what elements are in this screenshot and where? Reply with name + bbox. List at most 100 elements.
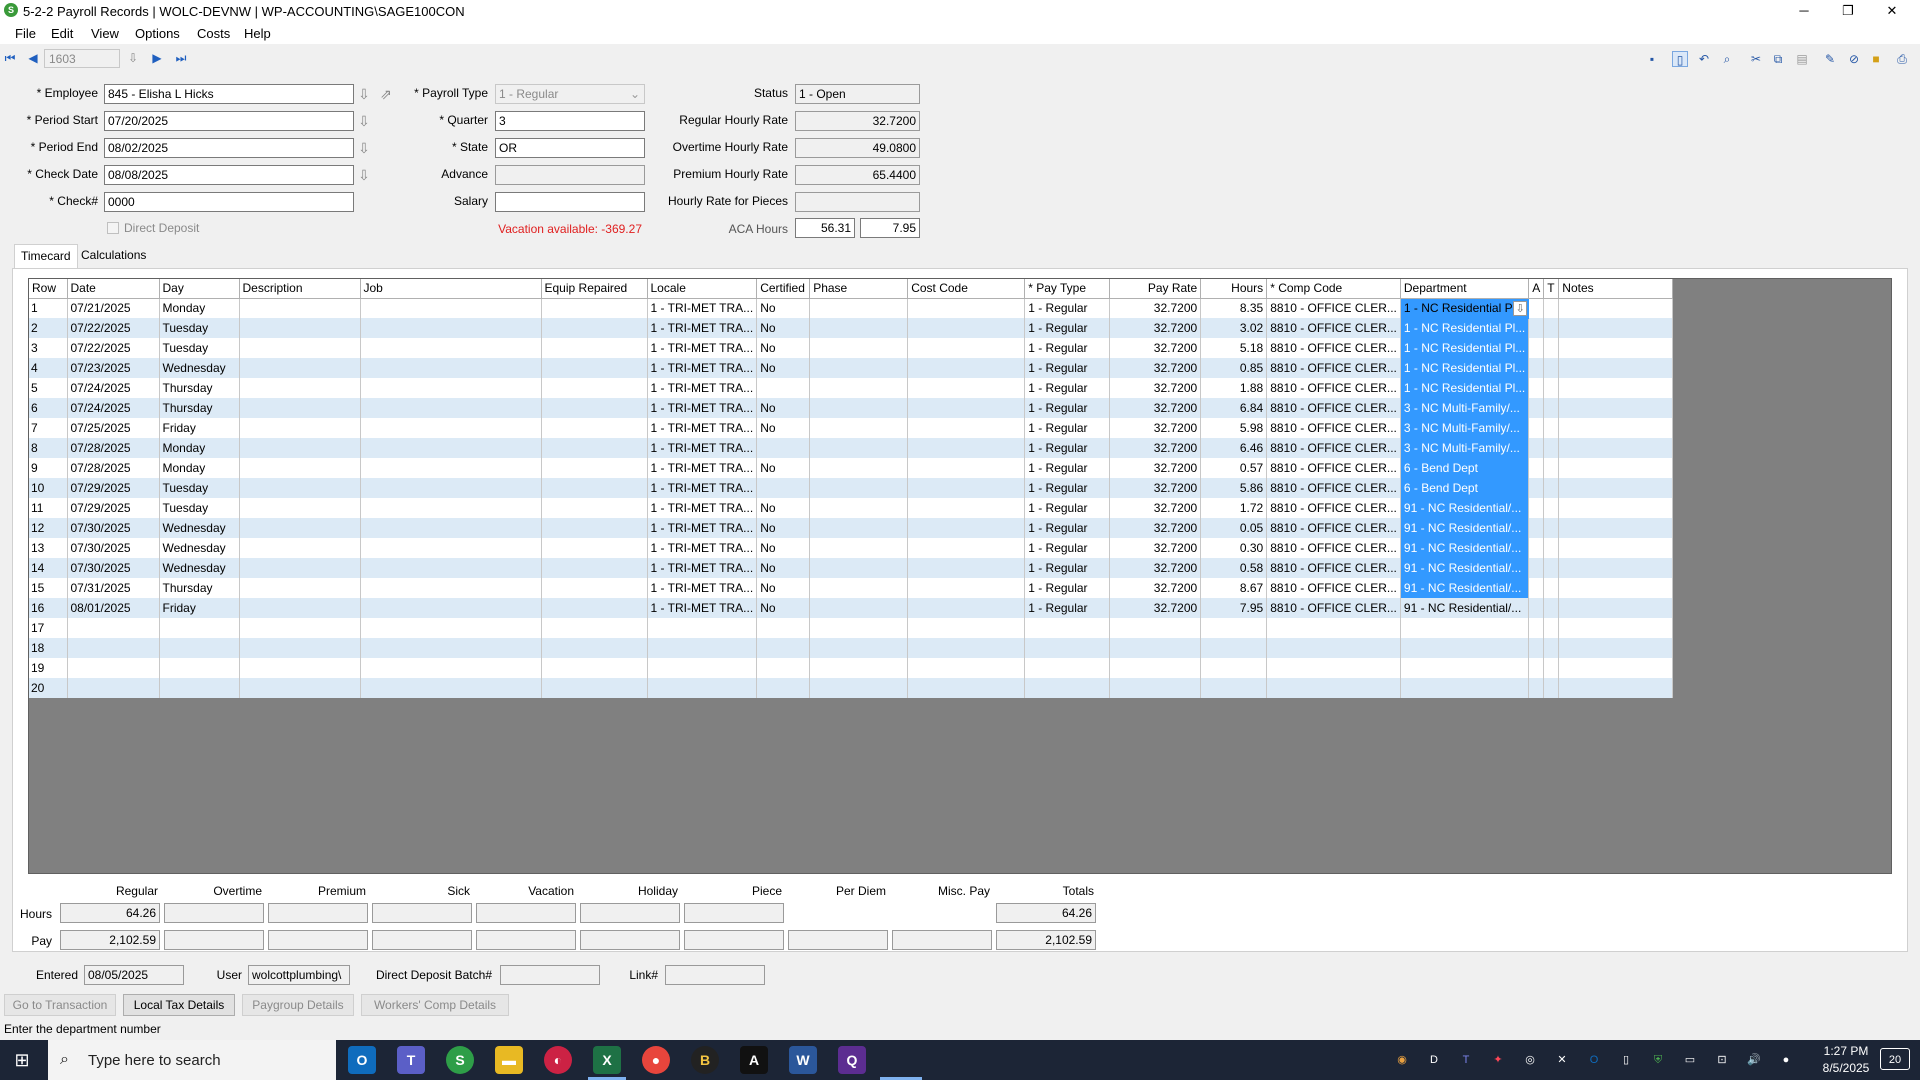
cell-locale[interactable]	[647, 618, 758, 638]
cell-notes[interactable]	[1558, 438, 1674, 458]
table-row[interactable]: 12 07/30/2025 Wednesday 1 - TRI-MET TRA... N…	[29, 518, 1674, 538]
cell-hours[interactable]: 0.30	[1200, 538, 1268, 558]
cell-t[interactable]	[1543, 478, 1560, 498]
column-header-row[interactable]: Row	[29, 279, 68, 299]
cell-phase[interactable]	[809, 538, 909, 558]
table-row[interactable]: 15 07/31/2025 Thursday 1 - TRI-MET TRA... No…	[29, 578, 1674, 598]
cell-t[interactable]	[1543, 598, 1560, 618]
cell-certified[interactable]	[756, 438, 811, 458]
cell-equip-repaired[interactable]	[541, 658, 648, 678]
cell-day[interactable]: Tuesday	[159, 478, 240, 498]
cell-pay-type[interactable]: 1 - Regular	[1024, 598, 1111, 618]
cell-pay-rate[interactable]	[1109, 638, 1202, 658]
cell-a[interactable]	[1528, 678, 1545, 698]
column-header-hours[interactable]: Hours	[1200, 279, 1268, 299]
cell-equip-repaired[interactable]	[541, 618, 648, 638]
cell-locale[interactable]: 1 - TRI-MET TRA...	[647, 298, 758, 318]
acrobat-icon[interactable]: A	[740, 1046, 768, 1074]
cell-date[interactable]	[67, 638, 160, 658]
cell-date[interactable]: 07/22/2025	[67, 338, 160, 358]
cell-a[interactable]	[1528, 518, 1545, 538]
cell-job[interactable]	[360, 298, 542, 318]
lookup-arrow-icon[interactable]: ⇩	[126, 50, 140, 66]
cell-a[interactable]	[1528, 438, 1545, 458]
cell-comp-code[interactable]	[1266, 618, 1401, 638]
table-row[interactable]: 8 07/28/2025 Monday 1 - TRI-MET TRA... 1 - R…	[29, 438, 1674, 458]
table-row[interactable]: 20	[29, 678, 1674, 698]
cell-description[interactable]	[239, 458, 361, 478]
cell-a[interactable]	[1528, 598, 1545, 618]
tray-outlook-icon[interactable]: O	[1586, 1052, 1602, 1068]
cell-pay-type[interactable]	[1024, 658, 1111, 678]
cell-department[interactable]: 1 - NC Residential Pl...	[1400, 358, 1530, 378]
cell-day[interactable]	[159, 638, 240, 658]
cell-a[interactable]	[1528, 318, 1545, 338]
cell-date[interactable]	[67, 658, 160, 678]
cell-equip-repaired[interactable]	[541, 438, 648, 458]
cell-pay-rate[interactable]: 32.7200	[1109, 518, 1202, 538]
volume-icon[interactable]: 🔊	[1746, 1052, 1762, 1068]
cell-job[interactable]	[360, 598, 542, 618]
cell-a[interactable]	[1528, 618, 1545, 638]
cell-locale[interactable]: 1 - TRI-MET TRA...	[647, 338, 758, 358]
table-row[interactable]: 11 07/29/2025 Tuesday 1 - TRI-MET TRA... No 1…	[29, 498, 1674, 518]
cell-comp-code[interactable]: 8810 - OFFICE CLER...	[1266, 358, 1401, 378]
cell-pay-rate[interactable]	[1109, 678, 1202, 698]
cell-equip-repaired[interactable]	[541, 498, 648, 518]
cell-locale[interactable]: 1 - TRI-MET TRA...	[647, 598, 758, 618]
cell-pay-type[interactable]: 1 - Regular	[1024, 378, 1111, 398]
cell-notes[interactable]	[1558, 398, 1674, 418]
cell-certified[interactable]	[756, 478, 811, 498]
column-header-cost-code[interactable]: Cost Code	[907, 279, 1026, 299]
cell-date[interactable]: 07/24/2025	[67, 398, 160, 418]
cell-day[interactable]	[159, 678, 240, 698]
cell-job[interactable]	[360, 578, 542, 598]
cell-phase[interactable]	[809, 298, 909, 318]
cell-cost-code[interactable]	[907, 418, 1026, 438]
table-row[interactable]: 3 07/22/2025 Tuesday 1 - TRI-MET TRA... No 1 …	[29, 338, 1674, 358]
cell-comp-code[interactable]: 8810 - OFFICE CLER...	[1266, 418, 1401, 438]
aca-hours-field-1[interactable]: 56.31	[795, 218, 855, 238]
cell-description[interactable]	[239, 638, 361, 658]
cell-cost-code[interactable]	[907, 598, 1026, 618]
cell-comp-code[interactable]: 8810 - OFFICE CLER...	[1266, 298, 1401, 318]
cell-certified[interactable]: No	[756, 398, 811, 418]
menu-edit[interactable]: Edit	[51, 26, 73, 41]
cell-date[interactable]: 07/21/2025	[67, 298, 160, 318]
cell-certified[interactable]: No	[756, 578, 811, 598]
cell-date[interactable]: 07/23/2025	[67, 358, 160, 378]
cell-date[interactable]: 07/31/2025	[67, 578, 160, 598]
cell-notes[interactable]	[1558, 378, 1674, 398]
cell-cost-code[interactable]	[907, 458, 1026, 478]
cell-comp-code[interactable]: 8810 - OFFICE CLER...	[1266, 458, 1401, 478]
cell-hours[interactable]: 7.95	[1200, 598, 1268, 618]
tray-app-icon[interactable]: ◉	[1394, 1052, 1410, 1068]
cell-day[interactable]: Friday	[159, 418, 240, 438]
cell-hours[interactable]: 8.35	[1200, 298, 1268, 318]
cell-certified[interactable]	[756, 378, 811, 398]
cell-comp-code[interactable]: 8810 - OFFICE CLER...	[1266, 498, 1401, 518]
cell-phase[interactable]	[809, 378, 909, 398]
cell-description[interactable]	[239, 298, 361, 318]
cell-certified[interactable]: No	[756, 338, 811, 358]
cell-t[interactable]	[1543, 678, 1560, 698]
cell-locale[interactable]	[647, 638, 758, 658]
cell-t[interactable]	[1543, 538, 1560, 558]
cell-locale[interactable]: 1 - TRI-MET TRA...	[647, 438, 758, 458]
attachment-icon[interactable]: ⊘	[1846, 51, 1862, 67]
cell-notes[interactable]	[1558, 418, 1674, 438]
cell-pay-rate[interactable]: 32.7200	[1109, 438, 1202, 458]
cell-t[interactable]	[1543, 618, 1560, 638]
cell-job[interactable]	[360, 318, 542, 338]
cell-department[interactable]: 1 - NC Residential Pl...	[1400, 378, 1530, 398]
table-row[interactable]: 19	[29, 658, 1674, 678]
cell-locale[interactable]: 1 - TRI-MET TRA...	[647, 538, 758, 558]
cell-description[interactable]	[239, 658, 361, 678]
cell-phase[interactable]	[809, 678, 909, 698]
cell-equip-repaired[interactable]	[541, 598, 648, 618]
cell-comp-code[interactable]: 8810 - OFFICE CLER...	[1266, 398, 1401, 418]
cell-equip-repaired[interactable]	[541, 458, 648, 478]
remote-app-icon[interactable]: ◐	[544, 1046, 572, 1074]
cell-pay-rate[interactable]: 32.7200	[1109, 458, 1202, 478]
column-header-notes[interactable]: Notes	[1558, 279, 1674, 299]
